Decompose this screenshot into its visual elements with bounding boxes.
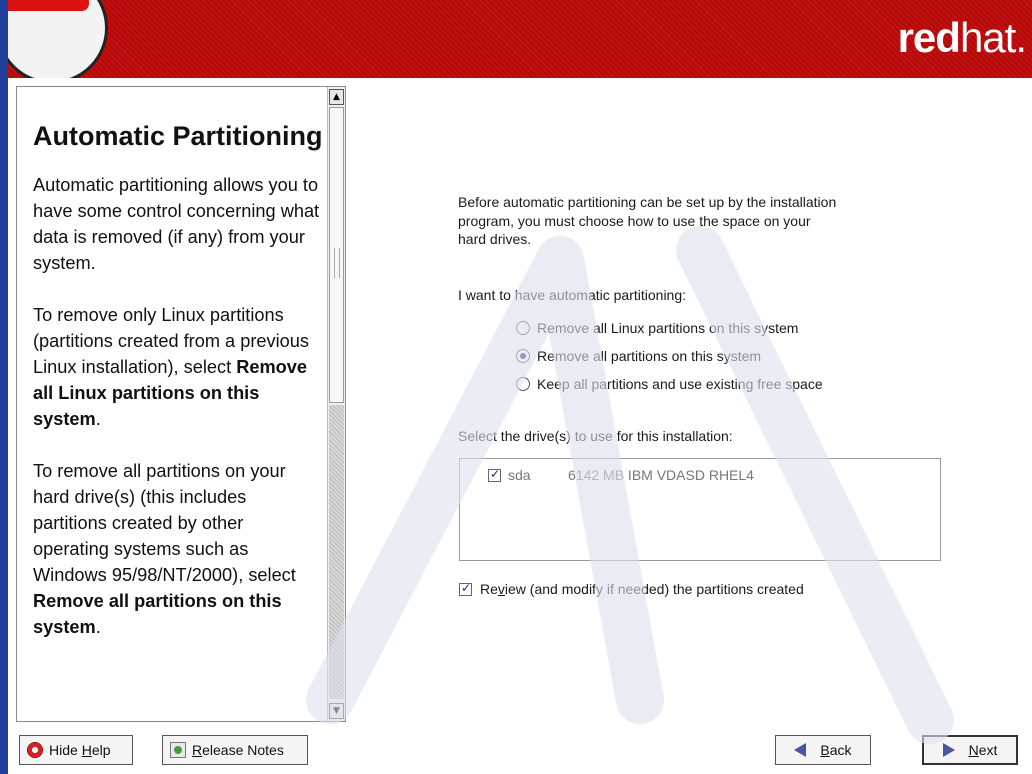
header-banner: redhat. — [8, 0, 1032, 78]
radio-remove-linux[interactable]: Remove all Linux partitions on this syst… — [516, 320, 798, 336]
help-paragraph: To remove only Linux partitions (partiti… — [33, 305, 309, 429]
grip-icon — [334, 248, 340, 278]
partition-mode-label: I want to have automatic partitioning: — [458, 287, 687, 303]
radio-button-selected-icon[interactable] — [516, 349, 530, 363]
release-notes-icon — [170, 742, 186, 758]
review-label: Review (and modify if needed) the partit… — [480, 581, 804, 597]
release-notes-button[interactable]: Release Notes — [162, 735, 308, 765]
intro-text: Before automatic partitioning can be set… — [458, 194, 837, 247]
checkbox-checked-icon[interactable] — [488, 467, 501, 482]
checkbox-checked-icon[interactable] — [459, 581, 472, 596]
drive-description: 6142 MB IBM VDASD RHEL4 — [568, 467, 754, 483]
back-arrow-icon — [794, 743, 807, 757]
window-left-edge — [0, 0, 8, 774]
radio-button-icon[interactable] — [516, 321, 530, 335]
help-text: Automatic Partitioning Automatic partiti… — [33, 119, 323, 666]
help-title: Automatic Partitioning — [33, 121, 323, 151]
scroll-up-arrow-icon[interactable]: ▲ — [329, 89, 344, 105]
hide-help-button[interactable]: Hide Help — [19, 735, 133, 765]
shadowman-logo — [8, 0, 108, 78]
red-hat-icon — [8, 0, 89, 11]
next-arrow-icon — [942, 743, 955, 757]
scroll-thumb[interactable] — [329, 107, 344, 403]
drive-name: sda — [508, 467, 531, 483]
back-button[interactable]: Back — [775, 735, 871, 765]
drive-row[interactable]: sda 6142 MB IBM VDASD RHEL4 — [488, 467, 754, 483]
drives-label: Select the drive(s) to use for this inst… — [458, 428, 733, 444]
scroll-down-arrow-icon[interactable]: ▼ — [329, 703, 344, 719]
lifebuoy-icon — [27, 742, 43, 758]
redhat-wordmark: redhat. — [897, 14, 1027, 61]
review-partitions-checkbox[interactable]: Review (and modify if needed) the partit… — [459, 581, 804, 597]
next-button[interactable]: Next — [922, 735, 1018, 765]
help-panel: Automatic Partitioning Automatic partiti… — [16, 86, 346, 722]
radio-remove-all[interactable]: Remove all partitions on this system — [516, 348, 761, 364]
radio-keep-all[interactable]: Keep all partitions and use existing fre… — [516, 376, 823, 392]
help-paragraph: To remove all partitions on your hard dr… — [33, 461, 296, 637]
help-paragraph: Automatic partitioning allows you to hav… — [33, 175, 320, 273]
scroll-trough[interactable] — [329, 405, 344, 699]
help-scrollbar[interactable]: ▲ ▼ — [327, 87, 345, 721]
drives-list[interactable]: sda 6142 MB IBM VDASD RHEL4 — [459, 458, 941, 561]
radio-button-icon[interactable] — [516, 377, 530, 391]
